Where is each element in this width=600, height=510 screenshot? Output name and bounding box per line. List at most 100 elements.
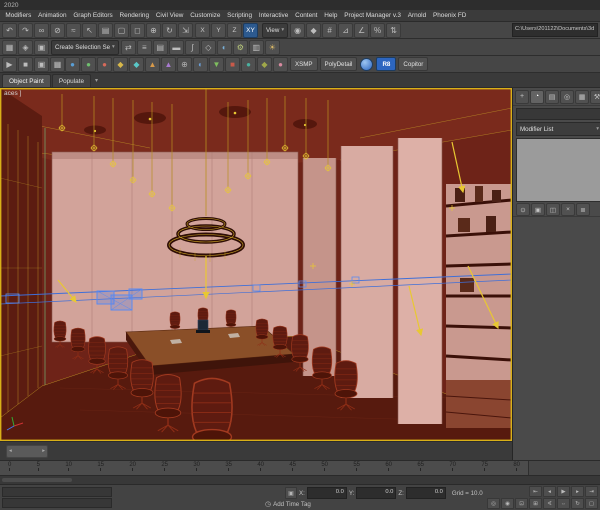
copitor-button[interactable]: Copitor: [398, 57, 429, 71]
macro-sphere-yellow-icon[interactable]: ◆: [113, 56, 128, 72]
motion-tab-icon[interactable]: ◎: [560, 89, 574, 104]
mirror-icon[interactable]: ⇄: [120, 39, 136, 55]
grid-toggle-icon[interactable]: ▦: [50, 56, 65, 72]
modify-tab-icon[interactable]: ◔: [530, 89, 544, 104]
time-slider[interactable]: ◂ ▸: [0, 441, 512, 460]
macro-tool-gray-icon[interactable]: ⊕: [177, 56, 192, 72]
utilities-tab-icon[interactable]: ⚒: [590, 89, 600, 104]
select-and-rotate-icon[interactable]: ↻: [162, 22, 177, 38]
next-frame-button[interactable]: ▸: [571, 486, 584, 497]
macro-tool-olive-icon[interactable]: ◆: [257, 56, 272, 72]
menu-scripting[interactable]: Scripting: [224, 12, 256, 19]
keyboard-override-icon[interactable]: #: [322, 22, 338, 38]
select-and-link-icon[interactable]: ∞: [34, 22, 49, 38]
track-bar[interactable]: [0, 475, 600, 484]
slider-right-arrow-icon[interactable]: ▸: [42, 448, 45, 454]
previous-frame-button[interactable]: ◂: [543, 486, 556, 497]
undo-icon[interactable]: ↶: [2, 22, 17, 38]
reference-coordinate-dropdown[interactable]: View ▾: [262, 22, 289, 38]
chevron-down-icon[interactable]: ▾: [95, 77, 98, 84]
snapshot-icon[interactable]: ▣: [34, 56, 49, 72]
axis-constraint-x[interactable]: X: [195, 22, 210, 38]
go-to-start-button[interactable]: ⇤: [529, 486, 542, 497]
menu-interactive[interactable]: Interactive: [255, 12, 291, 19]
configure-modifier-sets-icon[interactable]: ≣: [576, 203, 590, 216]
hierarchy-tab-icon[interactable]: ▤: [545, 89, 559, 104]
percent-snap-icon[interactable]: %: [370, 22, 386, 38]
pin-stack-icon[interactable]: ⊙: [516, 203, 530, 216]
macro-teapot-green-icon[interactable]: ●: [81, 56, 96, 72]
named-selection-set-dropdown[interactable]: Create Selection Se ▾: [51, 39, 119, 55]
tab-object-paint[interactable]: Object Paint: [2, 74, 51, 87]
y-coordinate-field[interactable]: 0.0: [356, 487, 397, 499]
menu-modifiers[interactable]: Modifiers: [2, 12, 35, 19]
make-unique-icon[interactable]: ◫: [546, 203, 560, 216]
macro-teapot-blue-icon[interactable]: ●: [65, 56, 80, 72]
stop-animation-icon[interactable]: ■: [18, 56, 33, 72]
angle-snap-icon[interactable]: ∠: [354, 22, 370, 38]
select-and-scale-icon[interactable]: ⇲: [178, 22, 193, 38]
remove-modifier-icon[interactable]: ×: [561, 203, 575, 216]
add-time-tag-button[interactable]: Add Time Tag: [273, 501, 311, 508]
macro-cone-purple-icon[interactable]: ▲: [161, 56, 176, 72]
edit-named-selection-sets-icon[interactable]: ▦: [2, 39, 17, 55]
align-icon[interactable]: ≡: [136, 39, 152, 55]
select-object-icon[interactable]: ↖: [82, 22, 97, 38]
z-coordinate-field[interactable]: 0.0: [405, 487, 446, 499]
material-editor-icon[interactable]: ◐: [216, 39, 232, 55]
menu-animation[interactable]: Animation: [35, 12, 70, 19]
curve-editor-icon[interactable]: ∫: [184, 39, 200, 55]
isolate-selection-icon[interactable]: ◈: [18, 39, 33, 55]
viewport-shading-label[interactable]: aces ]: [4, 90, 21, 97]
macro-tool-pink-icon[interactable]: ●: [273, 56, 288, 72]
lock-selection-icon[interactable]: ▣: [34, 39, 49, 55]
ribbon-toggle-icon[interactable]: ▬: [168, 39, 184, 55]
menu-phoenix-fd[interactable]: Phoenix FD: [430, 12, 470, 19]
menu-rendering[interactable]: Rendering: [116, 12, 152, 19]
window-crossing-icon[interactable]: ◻: [130, 22, 145, 38]
go-to-end-button[interactable]: ⇥: [585, 486, 598, 497]
object-name-field[interactable]: [516, 108, 600, 120]
xsmp-button[interactable]: XSMP: [290, 57, 318, 71]
rectangular-selection-icon[interactable]: ▢: [114, 22, 129, 38]
menu-graph-editors[interactable]: Graph Editors: [70, 12, 116, 19]
modifier-stack[interactable]: [516, 138, 600, 202]
render-setup-icon[interactable]: ⚙: [232, 39, 248, 55]
use-pivot-point-icon[interactable]: ◉: [290, 22, 306, 38]
timeline-ruler[interactable]: 0 5 10 15 20 25 30 35 40 45 50 55 60 65 …: [0, 460, 600, 475]
menu-help[interactable]: Help: [321, 12, 341, 19]
project-path-field[interactable]: C:\Users\201122\Documents\3d: [512, 23, 598, 37]
axis-constraint-xy[interactable]: XY: [243, 22, 258, 38]
select-by-name-icon[interactable]: ▤: [98, 22, 113, 38]
select-and-manipulate-icon[interactable]: ◆: [306, 22, 322, 38]
viewport-canvas[interactable]: aces ]: [0, 88, 512, 441]
axis-constraint-y[interactable]: Y: [211, 22, 226, 38]
blue-orb-icon[interactable]: [360, 57, 374, 71]
spinner-snap-icon[interactable]: ⇅: [386, 22, 402, 38]
create-tab-icon[interactable]: +: [515, 89, 529, 104]
schematic-view-icon[interactable]: ◇: [200, 39, 216, 55]
macro-sphere-cyan-icon[interactable]: ◆: [129, 56, 144, 72]
display-tab-icon[interactable]: ▦: [575, 89, 589, 104]
play-button[interactable]: ▶: [557, 486, 570, 497]
menu-content[interactable]: Content: [292, 12, 321, 19]
bind-to-space-warp-icon[interactable]: ≈: [66, 22, 81, 38]
axis-constraint-z[interactable]: Z: [227, 22, 242, 38]
selection-lock-icon[interactable]: ▣: [285, 487, 297, 499]
render-production-icon[interactable]: ☀: [264, 39, 280, 55]
polydetail-button[interactable]: PolyDetail: [319, 57, 358, 71]
maxscript-mini-listener[interactable]: [2, 485, 112, 510]
play-animation-icon[interactable]: ▶: [2, 56, 17, 72]
menu-customize[interactable]: Customize: [187, 12, 224, 19]
select-and-move-icon[interactable]: ⊕: [146, 22, 161, 38]
macro-tool-teal-icon[interactable]: ●: [241, 56, 256, 72]
menu-project-manager[interactable]: Project Manager v.3: [341, 12, 405, 19]
menu-arnold[interactable]: Arnold: [404, 12, 429, 19]
slider-left-arrow-icon[interactable]: ◂: [9, 448, 12, 454]
macro-tool-blue2-icon[interactable]: ◐: [193, 56, 208, 72]
unlink-selection-icon[interactable]: ⊘: [50, 22, 65, 38]
x-coordinate-field[interactable]: 0.0: [306, 487, 347, 499]
macro-tool-green2-icon[interactable]: ▼: [209, 56, 224, 72]
macro-teapot-red-icon[interactable]: ●: [97, 56, 112, 72]
macro-cone-orange-icon[interactable]: ▲: [145, 56, 160, 72]
